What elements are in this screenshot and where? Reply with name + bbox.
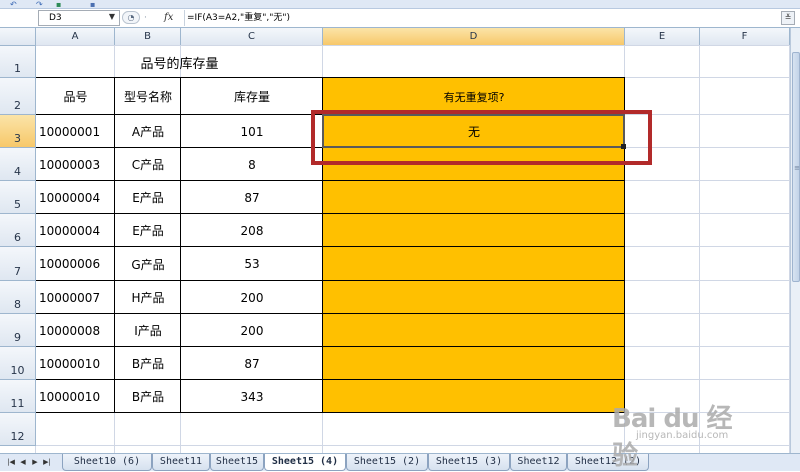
cell-model-name[interactable]: B产品: [115, 380, 181, 413]
redo-icon[interactable]: ↷: [36, 0, 48, 9]
undo-icon[interactable]: ↶: [10, 0, 22, 9]
cell-item-id[interactable]: 10000007: [36, 281, 115, 314]
column-header-c[interactable]: C: [181, 28, 323, 46]
baidu-watermark: Bai du 经验: [612, 404, 733, 471]
column-header-d[interactable]: D: [323, 28, 625, 46]
chevron-down-icon[interactable]: ▼: [106, 10, 118, 24]
cell-dup-flag[interactable]: [323, 281, 625, 314]
cell-item-id[interactable]: 10000004: [36, 181, 115, 214]
sheet-tab[interactable]: Sheet11: [152, 454, 210, 471]
cell-dup-flag[interactable]: [323, 181, 625, 214]
cell-dup-flag[interactable]: [323, 214, 625, 247]
print-icon[interactable]: ▪: [90, 0, 102, 9]
vertical-scrollbar[interactable]: ≡: [790, 28, 800, 453]
row-header-12[interactable]: 12: [0, 413, 36, 446]
cancel-entry-icon[interactable]: ·: [144, 13, 154, 23]
cell-item-id[interactable]: 10000001: [36, 115, 115, 148]
baidu-watermark-url: jingyan.baidu.com: [636, 430, 729, 441]
cell-dup-flag[interactable]: [323, 247, 625, 281]
fx-icon[interactable]: fx: [164, 11, 180, 25]
sheet-tab-bar: |◀ ◀ ▶ ▶| Sheet10 (6) Sheet11 Sheet15 Sheet…: [0, 453, 800, 471]
select-all-corner[interactable]: [0, 28, 36, 46]
cell-stock-qty[interactable]: 200: [181, 281, 323, 314]
column-header-a[interactable]: A: [36, 28, 115, 46]
row-header-8[interactable]: 8: [0, 281, 36, 314]
row-header-9[interactable]: 9: [0, 314, 36, 347]
row-header-5[interactable]: 5: [0, 181, 36, 214]
cell-dup-flag[interactable]: [323, 314, 625, 347]
cell-item-id[interactable]: 10000010: [36, 347, 115, 380]
row-header-1[interactable]: 1: [0, 46, 36, 78]
cell-stock-qty[interactable]: 101: [181, 115, 323, 148]
row-header-7[interactable]: 7: [0, 247, 36, 281]
sheet-nav-prev-icon[interactable]: ◀: [18, 456, 28, 468]
worksheet-grid[interactable]: A B C D E F 1 2 3 4 5 6 7 8 9 10 11 12 品号的库存量 品号 型号名称 库存量 有无重复…: [0, 28, 790, 453]
row-header-6[interactable]: 6: [0, 214, 36, 247]
cell-stock-qty[interactable]: 8: [181, 148, 323, 181]
cell-item-id[interactable]: 10000006: [36, 247, 115, 281]
sheet-tab[interactable]: Sheet12: [510, 454, 567, 471]
header-col-a: 品号: [63, 90, 88, 104]
row-header-2[interactable]: 2: [0, 78, 36, 115]
formula-input[interactable]: =IF(A3=A2,"重复","无"): [184, 10, 780, 26]
formula-zoom-control[interactable]: ◔: [122, 11, 140, 24]
scrollbar-thumb[interactable]: ≡: [792, 52, 800, 282]
cell-stock-qty[interactable]: 87: [181, 181, 323, 214]
cell-model-name[interactable]: H产品: [115, 281, 181, 314]
cell-dup-flag[interactable]: [323, 380, 625, 413]
sheet-nav-first-icon[interactable]: |◀: [6, 456, 16, 468]
cell-stock-qty[interactable]: 208: [181, 214, 323, 247]
save-icon[interactable]: ▪: [56, 0, 68, 9]
gridline-horizontal: [36, 445, 790, 446]
column-header-b[interactable]: B: [115, 28, 181, 46]
cell-model-name[interactable]: I产品: [115, 314, 181, 347]
row-header-3[interactable]: 3: [0, 115, 36, 148]
sheet-nav-next-icon[interactable]: ▶: [30, 456, 40, 468]
cell-model-name[interactable]: C产品: [115, 148, 181, 181]
cell-stock-qty[interactable]: 200: [181, 314, 323, 347]
header-col-b: 型号名称: [123, 90, 172, 104]
column-header-f[interactable]: F: [700, 28, 790, 46]
cell-model-name[interactable]: G产品: [115, 247, 181, 281]
expand-formula-bar-icon[interactable]: ≚: [781, 11, 795, 25]
scrollbar-grip-icon: ≡: [794, 164, 800, 172]
row-header-11[interactable]: 11: [0, 380, 36, 413]
sheet-tab[interactable]: Sheet10 (6): [62, 454, 152, 471]
cell-item-id[interactable]: 10000008: [36, 314, 115, 347]
quick-access-toolbar: ↶ ↷ ▪ ▪: [0, 0, 800, 9]
cell-stock-qty[interactable]: 87: [181, 347, 323, 380]
cell-model-name[interactable]: B产品: [115, 347, 181, 380]
cell-stock-qty[interactable]: 343: [181, 380, 323, 413]
header-col-c: 库存量: [233, 90, 270, 104]
sheet-nav-last-icon[interactable]: ▶|: [42, 456, 52, 468]
cell-model-name[interactable]: E产品: [115, 181, 181, 214]
sheet-tab[interactable]: Sheet15: [210, 454, 264, 471]
sheet-tab[interactable]: Sheet15 (4): [264, 454, 346, 471]
cell-item-id[interactable]: 10000010: [36, 380, 115, 413]
cell-dup-flag[interactable]: [323, 347, 625, 380]
formula-bar: D3 ▼ ◔ · fx =IF(A3=A2,"重复","无") ≚: [0, 9, 800, 28]
sheet-tab[interactable]: Sheet15 (2): [346, 454, 428, 471]
gridline-vertical: [699, 46, 700, 453]
cell-item-id[interactable]: 10000004: [36, 214, 115, 247]
cell-model-name[interactable]: A产品: [115, 115, 181, 148]
cell-item-id[interactable]: 10000003: [36, 148, 115, 181]
column-header-e[interactable]: E: [625, 28, 700, 46]
sheet-tab[interactable]: Sheet15 (3): [428, 454, 510, 471]
row-header-10[interactable]: 10: [0, 347, 36, 380]
annotation-highlight-box: [311, 110, 652, 165]
cell-model-name[interactable]: E产品: [115, 214, 181, 247]
cell-stock-qty[interactable]: 53: [181, 247, 323, 281]
row-header-4[interactable]: 4: [0, 148, 36, 181]
sheet-title: 品号的库存量: [140, 56, 219, 72]
